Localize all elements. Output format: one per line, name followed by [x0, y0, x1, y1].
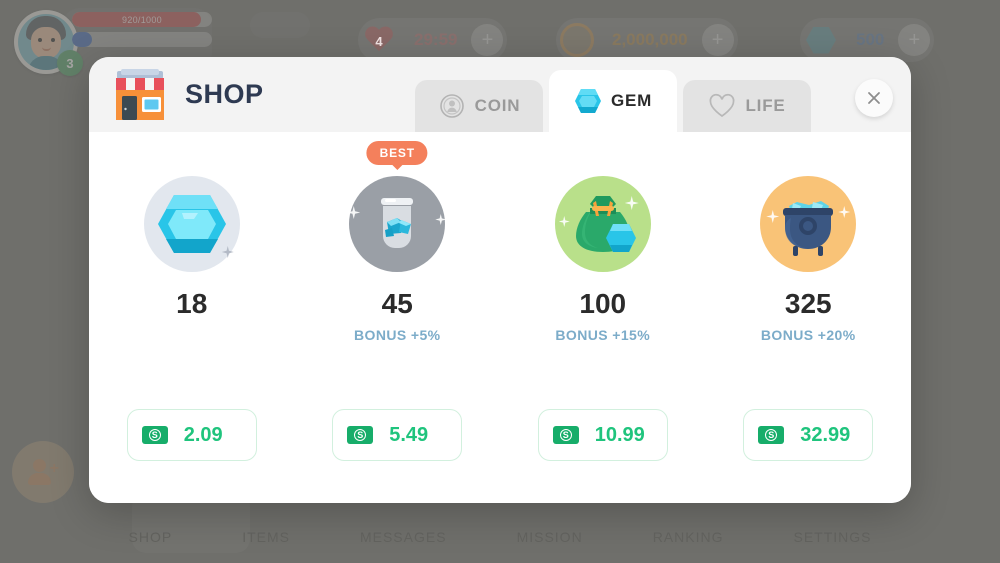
tab-life-label: LIFE: [745, 96, 786, 115]
product-card[interactable]: 100 BONUS +15% S 10.99: [500, 154, 706, 503]
buy-button[interactable]: S 10.99: [537, 409, 668, 461]
single-gem-icon: [143, 176, 240, 272]
modal-body: 18 S 2.09 BEST 45 BONUS +5% S 5.49 100 B…: [89, 132, 911, 503]
product-price: 32.99: [800, 423, 851, 446]
page-title: SHOP: [185, 79, 264, 109]
buy-button[interactable]: S 5.49: [332, 409, 463, 461]
product-amount: 18: [176, 288, 208, 319]
product-bonus: BONUS +5%: [354, 327, 441, 343]
dollar-bill-icon: S: [347, 426, 374, 444]
best-badge: BEST: [366, 141, 428, 165]
product-bonus: BONUS +15%: [555, 327, 651, 343]
dollar-bill-icon: S: [552, 426, 579, 444]
price-row: S 32.99: [706, 409, 912, 461]
product-card[interactable]: 325 BONUS +20% S 32.99: [706, 154, 912, 503]
price-row: S 10.99: [500, 409, 706, 461]
tab-coin-label: COIN: [474, 96, 521, 115]
life-count: 4: [375, 34, 383, 49]
product-price: 2.09: [183, 423, 223, 446]
tab-coin[interactable]: COIN: [415, 80, 543, 132]
tab-gem[interactable]: GEM: [549, 70, 677, 132]
storefront-icon: [116, 68, 164, 120]
coin-icon: [438, 92, 466, 120]
shop-tabs: COIN GEM LIFE: [415, 70, 811, 132]
dollar-symbol: S: [354, 429, 367, 441]
dollar-symbol: S: [765, 429, 778, 441]
gem-jar-icon: [347, 176, 447, 272]
heart-icon: [708, 92, 736, 120]
tab-gem-label: GEM: [610, 91, 653, 110]
buy-button[interactable]: S 32.99: [743, 409, 874, 461]
shop-modal: SHOP COIN GEM LIFE 18 S 2.09 BEST 45 BON…: [89, 57, 911, 503]
product-bonus: BONUS +20%: [760, 327, 856, 343]
product-price: 5.49: [389, 423, 429, 446]
product-amount: 100: [579, 288, 627, 319]
dollar-bill-icon: S: [141, 426, 168, 444]
product-list: 18 S 2.09 BEST 45 BONUS +5% S 5.49 100 B…: [89, 141, 912, 503]
dollar-symbol: S: [559, 429, 572, 441]
buy-button[interactable]: S 2.09: [126, 409, 257, 461]
product-price: 10.99: [594, 423, 645, 446]
close-icon: [868, 92, 880, 104]
product-card[interactable]: 18 S 2.09: [89, 154, 295, 503]
modal-header: SHOP COIN GEM LIFE: [89, 57, 911, 132]
product-amount: 325: [784, 288, 832, 319]
close-button[interactable]: [855, 79, 893, 117]
price-row: S 2.09: [89, 409, 295, 461]
gem-icon: [574, 87, 602, 115]
price-row: S 5.49: [295, 409, 501, 461]
tab-life[interactable]: LIFE: [683, 80, 811, 132]
product-amount: 45: [381, 288, 413, 319]
gem-bag-icon: [554, 176, 651, 272]
gem-cauldron-icon: [760, 176, 857, 272]
dollar-symbol: S: [148, 429, 161, 441]
shop-title-group: SHOP: [89, 68, 264, 121]
dollar-bill-icon: S: [758, 426, 785, 444]
product-card[interactable]: BEST 45 BONUS +5% S 5.49: [295, 141, 501, 503]
